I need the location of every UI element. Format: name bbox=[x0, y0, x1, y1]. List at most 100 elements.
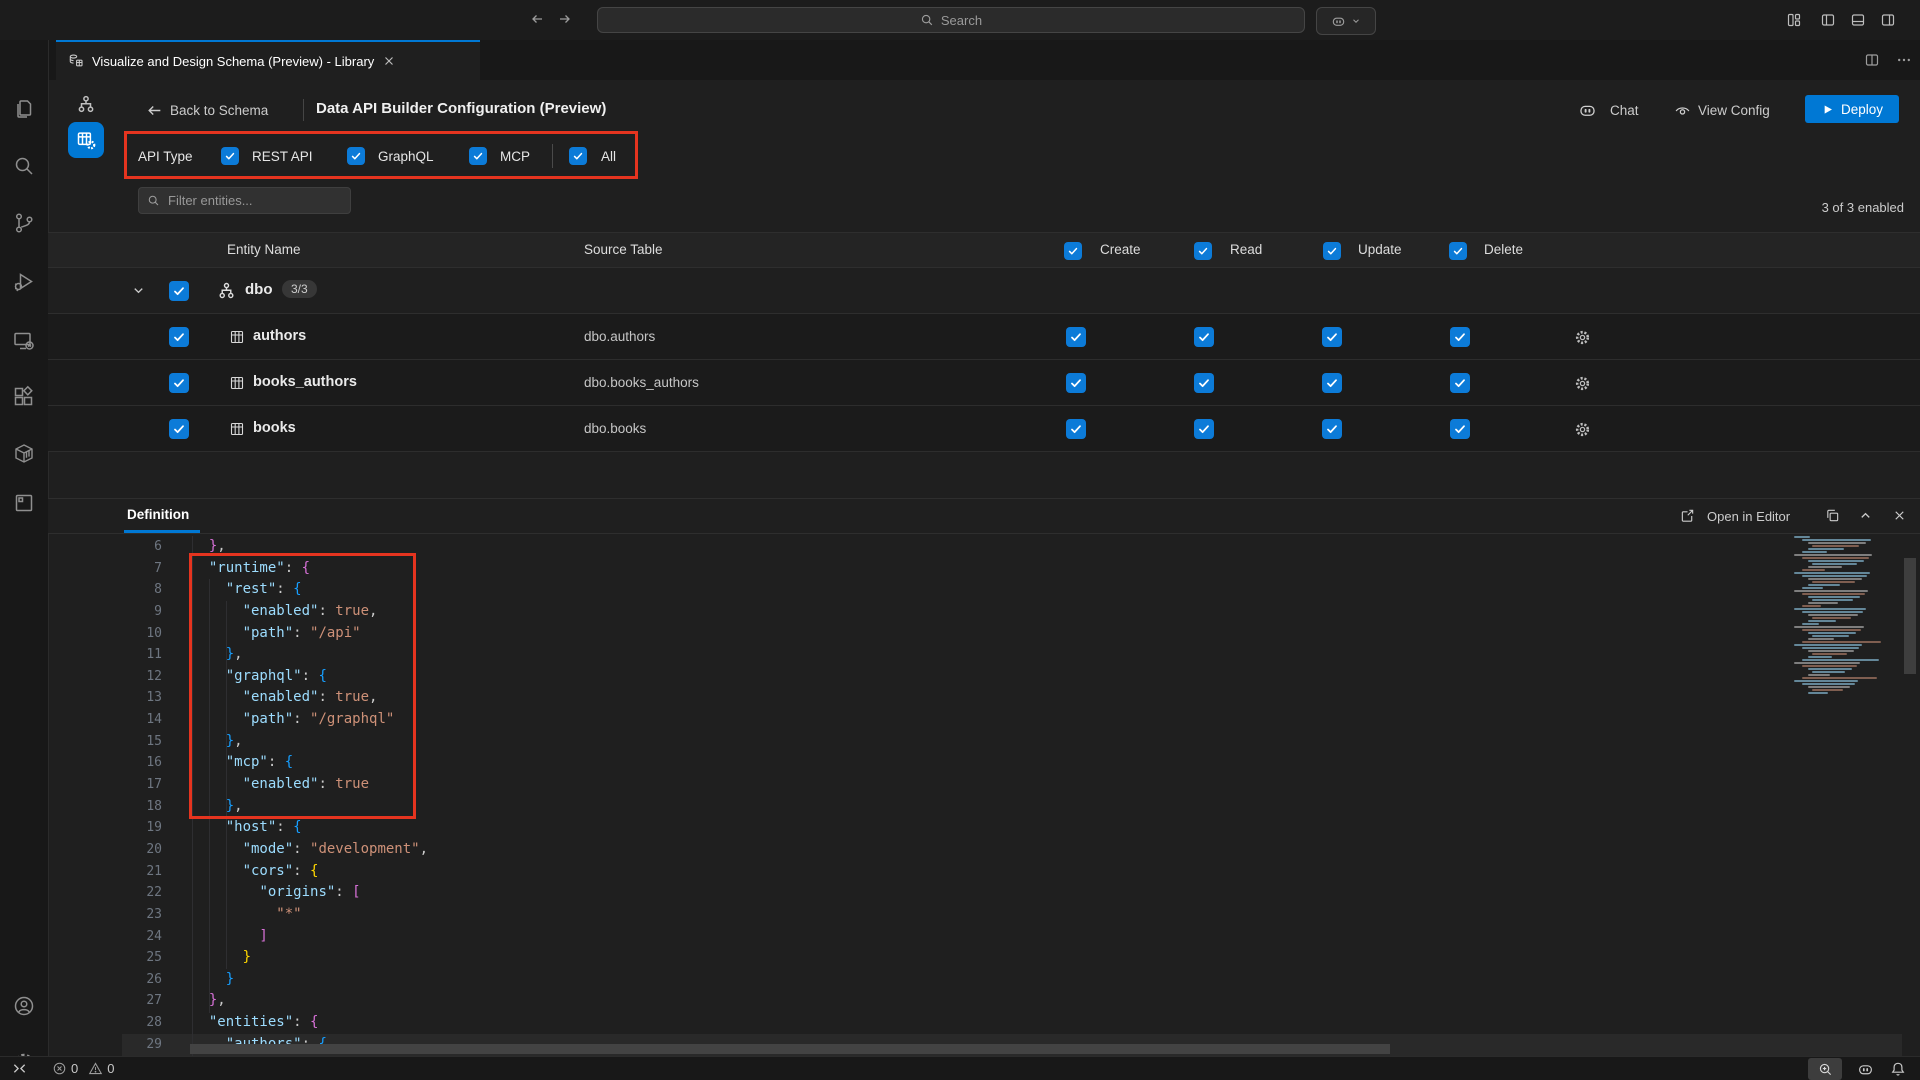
close-icon[interactable] bbox=[382, 54, 396, 68]
horizontal-scrollbar[interactable] bbox=[190, 1044, 1390, 1054]
remote-explorer-icon[interactable] bbox=[12, 329, 36, 353]
books_authors-checkbox[interactable] bbox=[169, 373, 189, 393]
search-view-icon[interactable] bbox=[12, 154, 36, 178]
filter-search-icon bbox=[147, 194, 160, 207]
code-line-27: 27 }, bbox=[122, 990, 1902, 1012]
all-checkbox[interactable] bbox=[569, 147, 587, 165]
remote-indicator[interactable] bbox=[12, 1061, 27, 1076]
schema-group-row[interactable]: dbo 3/3 bbox=[48, 268, 1920, 314]
toggle-panel-icon[interactable] bbox=[1850, 12, 1866, 28]
code-editor[interactable]: 6 },7 "runtime": {8 "rest": {9 "enabled"… bbox=[122, 536, 1902, 1055]
open-external-icon[interactable] bbox=[1680, 508, 1695, 523]
authors-create-checkbox[interactable] bbox=[1066, 327, 1086, 347]
line-number: 24 bbox=[122, 926, 162, 948]
problems-indicator[interactable]: 0 0 bbox=[52, 1061, 114, 1076]
back-arrow-icon[interactable] bbox=[529, 11, 545, 27]
chat-button[interactable]: Chat bbox=[1610, 103, 1639, 118]
extensions-icon[interactable] bbox=[12, 385, 36, 409]
notifications-bell-icon[interactable] bbox=[1890, 1061, 1906, 1077]
line-number: 6 bbox=[122, 536, 162, 558]
run-debug-icon[interactable] bbox=[12, 270, 36, 294]
create-header-checkbox[interactable] bbox=[1064, 242, 1082, 260]
vertical-scrollbar[interactable] bbox=[1904, 558, 1916, 674]
minimap-line bbox=[1802, 587, 1823, 589]
books-delete-checkbox[interactable] bbox=[1450, 419, 1470, 439]
explorer-icon[interactable] bbox=[12, 97, 36, 121]
entity-row-authors[interactable]: authorsdbo.authors bbox=[48, 314, 1920, 360]
code-text: ] bbox=[192, 926, 268, 948]
books_authors-update-checkbox[interactable] bbox=[1322, 373, 1342, 393]
books-checkbox[interactable] bbox=[169, 419, 189, 439]
entity-row-books[interactable]: booksdbo.books bbox=[48, 406, 1920, 452]
books_authors-delete-checkbox[interactable] bbox=[1450, 373, 1470, 393]
filter-entities-input[interactable] bbox=[166, 192, 330, 209]
minimap[interactable] bbox=[1790, 536, 1902, 996]
copy-icon[interactable] bbox=[1825, 508, 1840, 523]
view-config-button[interactable]: View Config bbox=[1698, 103, 1770, 118]
books-read-checkbox[interactable] bbox=[1194, 419, 1214, 439]
rest-api-checkbox[interactable] bbox=[221, 147, 239, 165]
authors-update-checkbox[interactable] bbox=[1322, 327, 1342, 347]
minimap-line bbox=[1808, 674, 1830, 676]
entity-settings-gear-icon[interactable] bbox=[1574, 375, 1591, 392]
dbo-group-checkbox[interactable] bbox=[169, 281, 189, 301]
code-line-16: 16 "mcp": { bbox=[122, 752, 1902, 774]
source-control-icon[interactable] bbox=[12, 211, 36, 235]
minimap-line bbox=[1802, 629, 1861, 631]
read-header-checkbox[interactable] bbox=[1194, 242, 1212, 260]
line-number: 29 bbox=[122, 1034, 162, 1056]
more-actions-icon[interactable] bbox=[1896, 52, 1912, 68]
open-in-editor-button[interactable]: Open in Editor bbox=[1707, 509, 1790, 524]
database-designer-icon bbox=[68, 53, 84, 69]
authors-checkbox[interactable] bbox=[169, 327, 189, 347]
eye-icon bbox=[1674, 102, 1691, 119]
toggle-primary-sidebar-icon[interactable] bbox=[1820, 12, 1836, 28]
books-update-checkbox[interactable] bbox=[1322, 419, 1342, 439]
delete-header-checkbox[interactable] bbox=[1449, 242, 1467, 260]
collapse-panel-icon[interactable] bbox=[1858, 508, 1873, 523]
minimap-line bbox=[1794, 572, 1870, 574]
back-to-schema-link[interactable]: Back to Schema bbox=[170, 103, 268, 118]
books_authors-read-checkbox[interactable] bbox=[1194, 373, 1214, 393]
authors-delete-checkbox[interactable] bbox=[1450, 327, 1470, 347]
deploy-label: Deploy bbox=[1841, 102, 1883, 117]
minimap-line bbox=[1802, 557, 1869, 559]
accounts-icon[interactable] bbox=[12, 994, 36, 1018]
code-line-22: 22 "origins": [ bbox=[122, 882, 1902, 904]
copilot-status-icon[interactable] bbox=[1857, 1061, 1874, 1078]
books-create-checkbox[interactable] bbox=[1066, 419, 1086, 439]
deploy-button[interactable]: Deploy bbox=[1805, 95, 1899, 123]
code-text: "host": { bbox=[192, 817, 302, 839]
customize-layout-icon[interactable] bbox=[1786, 12, 1802, 28]
zoom-status-button[interactable] bbox=[1808, 1058, 1842, 1080]
line-number: 27 bbox=[122, 990, 162, 1012]
schema-designer-view-icon[interactable] bbox=[76, 94, 96, 114]
definition-tab[interactable]: Definition bbox=[127, 507, 189, 522]
mcp-checkbox[interactable] bbox=[469, 147, 487, 165]
chevron-down-icon[interactable] bbox=[131, 283, 146, 298]
graphql-checkbox[interactable] bbox=[347, 147, 365, 165]
line-number: 21 bbox=[122, 861, 162, 883]
back-to-schema-arrow-icon[interactable] bbox=[146, 102, 163, 119]
command-center-search[interactable]: Search bbox=[597, 7, 1305, 33]
entity-settings-gear-icon[interactable] bbox=[1574, 421, 1591, 438]
code-line-10: 10 "path": "/api" bbox=[122, 623, 1902, 645]
code-text: "enabled": true, bbox=[192, 601, 377, 623]
split-editor-icon[interactable] bbox=[1864, 52, 1880, 68]
entity-row-books_authors[interactable]: books_authorsdbo.books_authors bbox=[48, 360, 1920, 406]
forward-arrow-icon[interactable] bbox=[557, 11, 573, 27]
books_authors-create-checkbox[interactable] bbox=[1066, 373, 1086, 393]
code-line-23: 23 "*" bbox=[122, 904, 1902, 926]
data-api-builder-view-icon[interactable] bbox=[68, 122, 104, 158]
code-line-21: 21 "cors": { bbox=[122, 861, 1902, 883]
toggle-secondary-sidebar-icon[interactable] bbox=[1880, 12, 1896, 28]
copilot-menu-button[interactable] bbox=[1316, 7, 1376, 35]
close-panel-icon[interactable] bbox=[1892, 508, 1907, 523]
line-number: 10 bbox=[122, 623, 162, 645]
container-icon[interactable] bbox=[12, 442, 36, 466]
tab-visualize-design-schema[interactable]: Visualize and Design Schema (Preview) - … bbox=[56, 40, 480, 80]
sql-object-explorer-icon[interactable] bbox=[12, 491, 36, 515]
authors-read-checkbox[interactable] bbox=[1194, 327, 1214, 347]
update-header-checkbox[interactable] bbox=[1323, 242, 1341, 260]
entity-settings-gear-icon[interactable] bbox=[1574, 329, 1591, 346]
